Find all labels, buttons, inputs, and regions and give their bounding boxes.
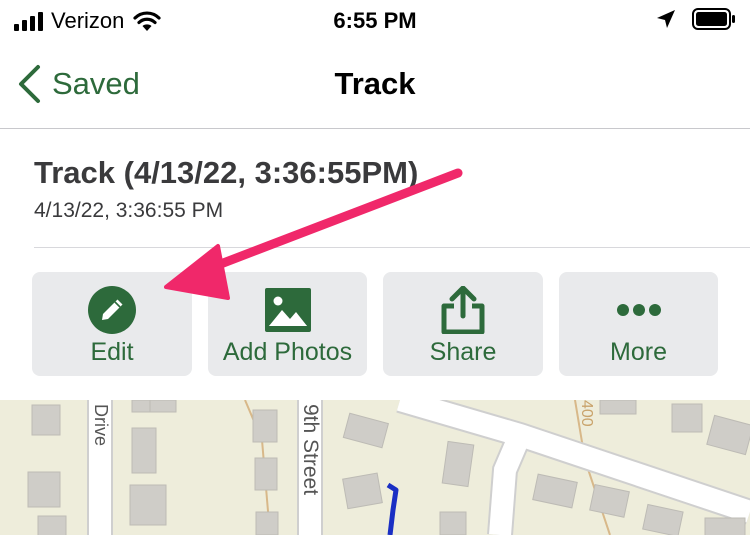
street-label-400: 400 (578, 400, 595, 427)
pencil-icon (88, 286, 136, 334)
battery-icon (692, 8, 735, 30)
edit-label: Edit (90, 338, 134, 366)
more-dots-icon (616, 304, 661, 316)
status-bar: Verizon 6:55 PM (0, 0, 750, 42)
map-canvas (0, 400, 750, 535)
share-button[interactable]: Share (383, 272, 543, 376)
divider (34, 247, 750, 248)
image-icon (264, 288, 311, 332)
track-datetime: 4/13/22, 3:36:55 PM (34, 199, 224, 222)
share-label: Share (429, 338, 497, 366)
location-arrow-icon (657, 10, 675, 28)
edit-button[interactable]: Edit (32, 272, 192, 376)
track-title: Track (4/13/22, 3:36:55PM) (34, 155, 419, 190)
page-title: Track (334, 66, 416, 101)
more-label: More (610, 338, 667, 366)
track-header: Track (4/13/22, 3:36:55PM) 4/13/22, 3:36… (34, 155, 748, 223)
add-photos-label: Add Photos (222, 338, 353, 366)
map-view[interactable]: Drive 9th Street 400 (0, 400, 750, 535)
add-photos-button[interactable]: Add Photos (208, 272, 367, 376)
more-button[interactable]: More (559, 272, 718, 376)
street-label-drive: Drive (91, 404, 111, 447)
status-time: 6:55 PM (333, 8, 417, 33)
navigation-bar: Saved Track (0, 42, 750, 129)
status-bar-right (656, 8, 736, 30)
street-label-9th-street: 9th Street (299, 404, 322, 496)
share-icon (441, 286, 485, 334)
